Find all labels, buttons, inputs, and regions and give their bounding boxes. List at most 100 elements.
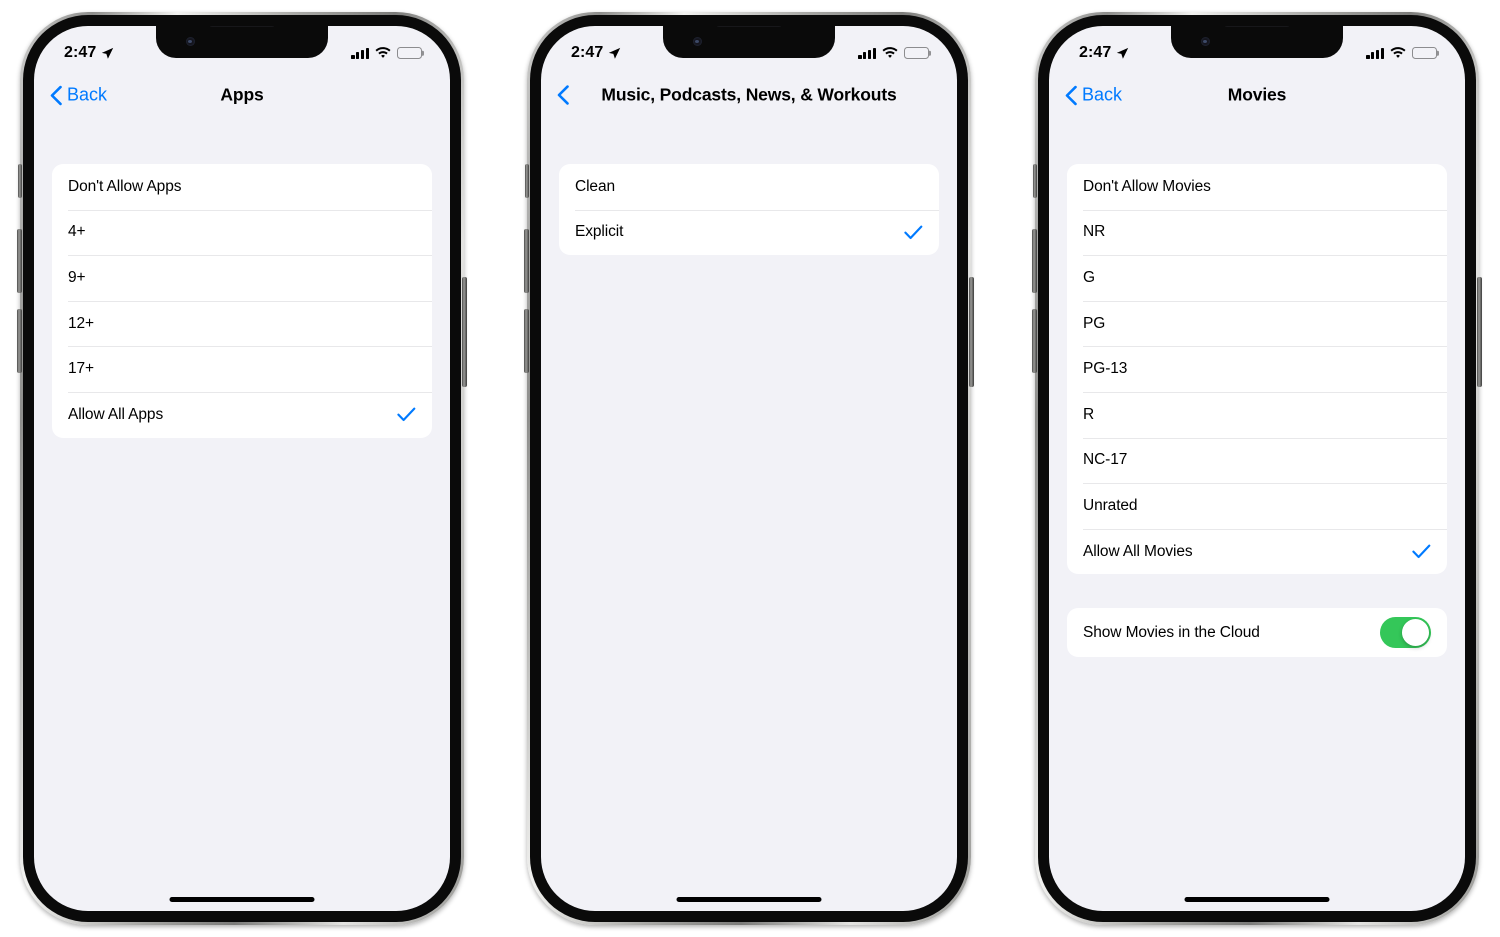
battery-full-icon	[904, 47, 929, 59]
list-item-label: PG-13	[1083, 360, 1128, 378]
list-item[interactable]: NC-17	[1067, 437, 1447, 484]
status-time: 2:47	[64, 44, 97, 61]
show-movies-in-cloud-section: Show Movies in the Cloud	[1067, 608, 1447, 658]
list-item[interactable]: Allow All Apps	[52, 391, 432, 438]
list-item[interactable]: Don't Allow Movies	[1067, 164, 1447, 210]
list-item[interactable]: Don't Allow Apps	[52, 164, 432, 210]
list-item-label: R	[1083, 405, 1095, 423]
status-time: 2:47	[571, 44, 604, 61]
list-item-label: PG	[1083, 314, 1106, 332]
earpiece-speaker-icon	[209, 26, 275, 27]
wifi-icon	[1390, 47, 1406, 58]
show-movies-in-cloud-row[interactable]: Show Movies in the Cloud	[1067, 608, 1447, 657]
volume-up-button[interactable]	[17, 229, 22, 293]
page-title: Music, Podcasts, News, & Workouts	[601, 84, 897, 105]
navigation-bar: Music, Podcasts, News, & Workouts	[541, 70, 957, 120]
settings-content: Don't Allow Apps 4+ 9+ 12+ 17+ Allow All…	[34, 120, 450, 911]
list-item-label: 12+	[68, 314, 94, 332]
wifi-icon	[375, 47, 391, 58]
list-item-label: Don't Allow Apps	[68, 177, 182, 195]
silent-switch-button[interactable]	[525, 164, 529, 198]
phone-screen: 2:47 Back Apps Don't Allow Apps 4+ 9+ 12…	[34, 26, 450, 911]
silent-switch-button[interactable]	[1033, 164, 1037, 198]
list-item-label: Unrated	[1083, 496, 1138, 514]
list-item-label: Allow All Apps	[68, 405, 164, 423]
cellular-signal-icon	[1366, 47, 1384, 59]
checkmark-icon	[397, 407, 416, 422]
navigation-bar: Back Apps	[34, 70, 450, 120]
list-item[interactable]: Explicit	[559, 209, 939, 256]
iphone-mockup-music: 2:47 Music, Podcasts, News, & Workouts C…	[524, 12, 974, 925]
front-camera-icon	[1201, 37, 1210, 46]
list-item[interactable]: Allow All Movies	[1067, 528, 1447, 575]
volume-up-button[interactable]	[1032, 229, 1037, 293]
list-item[interactable]: Unrated	[1067, 483, 1447, 529]
home-indicator[interactable]	[1184, 896, 1330, 902]
earpiece-speaker-icon	[1224, 26, 1290, 27]
status-bar-left: 2:47	[64, 44, 114, 62]
notch	[1171, 26, 1343, 58]
list-item-label: NC-17	[1083, 451, 1128, 469]
home-indicator[interactable]	[676, 896, 822, 902]
list-item[interactable]: PG-13	[1067, 346, 1447, 392]
location-arrow-icon	[1117, 47, 1129, 59]
list-item[interactable]: NR	[1067, 209, 1447, 256]
power-button[interactable]	[969, 277, 974, 387]
list-item-label: 9+	[68, 268, 86, 286]
notch	[156, 26, 328, 58]
list-item-label: Don't Allow Movies	[1083, 177, 1211, 195]
show-movies-in-cloud-label: Show Movies in the Cloud	[1083, 623, 1260, 641]
checkmark-icon	[1412, 544, 1431, 559]
list-item[interactable]: R	[1067, 391, 1447, 438]
volume-down-button[interactable]	[1032, 309, 1037, 373]
settings-content: Don't Allow Movies NR G PG PG-13 R NC-17…	[1049, 120, 1465, 911]
status-bar-right	[1366, 47, 1437, 59]
list-item-label: 4+	[68, 223, 86, 241]
volume-down-button[interactable]	[17, 309, 22, 373]
location-arrow-icon	[102, 47, 114, 59]
wifi-icon	[882, 47, 898, 58]
power-button[interactable]	[462, 277, 467, 387]
list-item[interactable]: Clean	[559, 164, 939, 210]
apps-rating-list: Don't Allow Apps 4+ 9+ 12+ 17+ Allow All…	[52, 164, 432, 438]
volume-down-button[interactable]	[524, 309, 529, 373]
status-bar-left: 2:47	[571, 44, 621, 62]
silent-switch-button[interactable]	[18, 164, 22, 198]
movies-rating-list: Don't Allow Movies NR G PG PG-13 R NC-17…	[1067, 164, 1447, 575]
list-item-label: 17+	[68, 360, 94, 378]
list-item[interactable]: G	[1067, 255, 1447, 301]
status-bar-right	[351, 47, 422, 59]
list-item-label: Clean	[575, 177, 615, 195]
status-time: 2:47	[1079, 44, 1112, 61]
list-item-label: Allow All Movies	[1083, 542, 1193, 560]
phone-screen: 2:47 Music, Podcasts, News, & Workouts C…	[541, 26, 957, 911]
list-item[interactable]: 12+	[52, 300, 432, 347]
page-title: Apps	[220, 84, 264, 105]
volume-up-button[interactable]	[524, 229, 529, 293]
list-item-label: NR	[1083, 223, 1106, 241]
status-bar-left: 2:47	[1079, 44, 1129, 62]
navigation-bar: Back Movies	[1049, 70, 1465, 120]
cellular-signal-icon	[351, 47, 369, 59]
screenshot-stage: 2:47 Back Apps Don't Allow Apps 4+ 9+ 12…	[0, 0, 1500, 937]
battery-full-icon	[397, 47, 422, 59]
list-item[interactable]: 17+	[52, 346, 432, 392]
page-title: Movies	[1227, 84, 1287, 105]
phone-screen: 2:47 Back Movies Don't Allow Movies NR G…	[1049, 26, 1465, 911]
home-indicator[interactable]	[169, 896, 315, 902]
front-camera-icon	[186, 37, 195, 46]
power-button[interactable]	[1477, 277, 1482, 387]
earpiece-speaker-icon	[716, 26, 782, 27]
list-item[interactable]: 9+	[52, 255, 432, 301]
iphone-mockup-movies: 2:47 Back Movies Don't Allow Movies NR G…	[1032, 12, 1482, 925]
list-item-label: G	[1083, 268, 1095, 286]
battery-full-icon	[1412, 47, 1437, 59]
list-item-label: Explicit	[575, 223, 624, 241]
iphone-mockup-apps: 2:47 Back Apps Don't Allow Apps 4+ 9+ 12…	[17, 12, 467, 925]
notch	[663, 26, 835, 58]
list-item[interactable]: PG	[1067, 300, 1447, 347]
checkmark-icon	[904, 225, 923, 239]
front-camera-icon	[693, 37, 702, 46]
show-movies-in-cloud-toggle[interactable]	[1380, 617, 1431, 649]
list-item[interactable]: 4+	[52, 209, 432, 256]
